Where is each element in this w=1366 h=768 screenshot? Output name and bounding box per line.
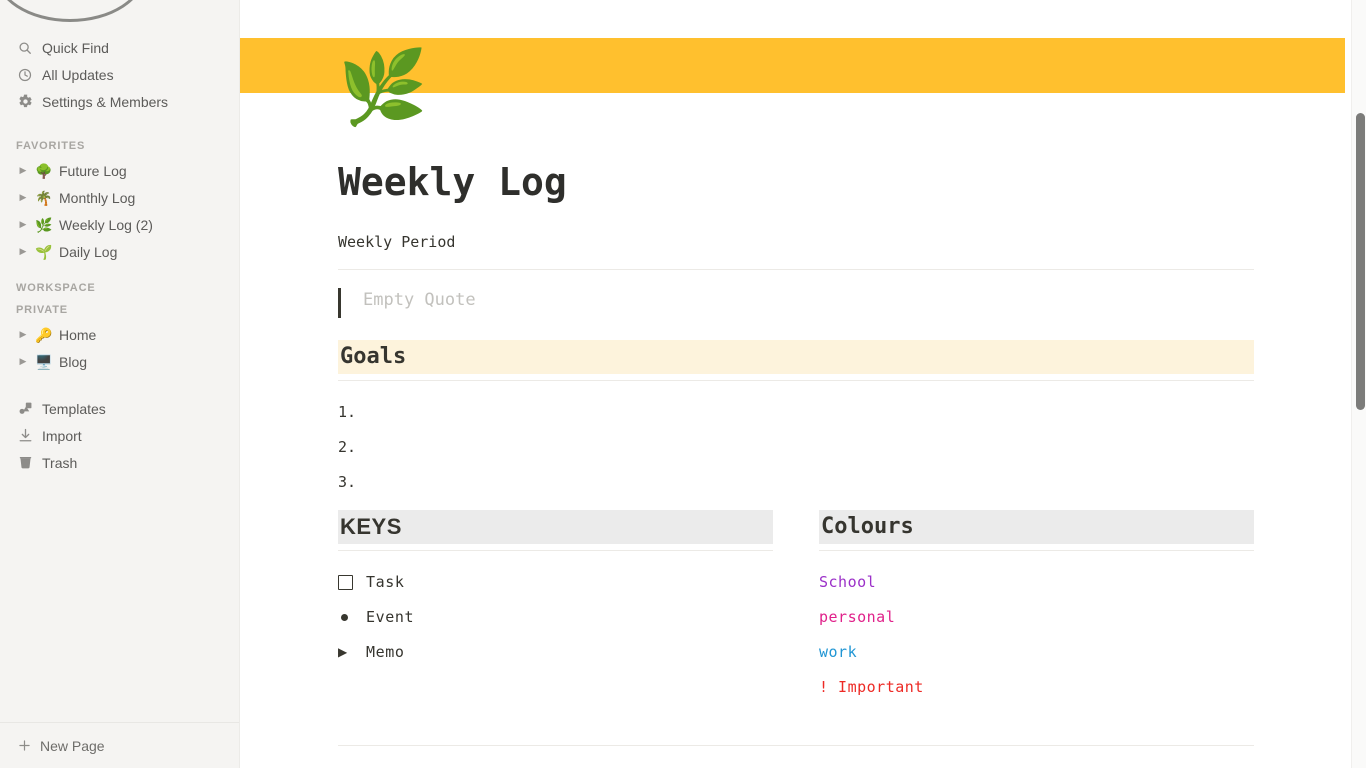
chevron-right-icon[interactable]: ▶	[16, 357, 30, 366]
sidebar-scroll-area: Quick Find All Updates Settings & Member…	[0, 0, 239, 722]
goals-heading[interactable]: Goals	[340, 345, 406, 368]
colours-column: Colours School personal work ! Important	[819, 509, 1254, 705]
keys-heading-band: KEYS	[338, 509, 773, 544]
sidebar-item-settings-members[interactable]: Settings & Members	[0, 88, 239, 115]
templates-icon	[16, 400, 34, 418]
sidebar-item-trash[interactable]: Trash	[0, 449, 239, 476]
checkbox-icon[interactable]	[338, 574, 366, 590]
sidebar-item-import[interactable]: Import	[0, 422, 239, 449]
divider	[338, 745, 1254, 746]
list-item[interactable]: Task	[338, 565, 773, 600]
sidebar-item-label: Blog	[59, 353, 88, 370]
plus-icon	[14, 739, 34, 752]
triangle-toggle-icon[interactable]: ▶	[338, 646, 366, 658]
goals-list: 1. 2. 3.	[338, 395, 1254, 500]
app-window: Quick Find All Updates Settings & Member…	[0, 0, 1366, 768]
divider	[338, 549, 773, 551]
list-item[interactable]: ▶ Memo	[338, 635, 773, 670]
key-label: Task	[366, 573, 405, 592]
sidebar-item-label: Home	[59, 326, 97, 343]
chevron-right-icon[interactable]: ▶	[16, 247, 30, 256]
herb-emoji-icon: 🌿	[35, 216, 53, 233]
sidebar-item-monthly-log[interactable]: ▶ 🌴 Monthly Log	[0, 184, 239, 211]
chevron-right-icon[interactable]: ▶	[16, 193, 30, 202]
column-gap	[773, 510, 819, 705]
scrollbar-thumb[interactable]	[1356, 113, 1365, 410]
bullet-icon	[338, 613, 366, 621]
page-icon-herb-emoji[interactable]: 🌿	[338, 52, 428, 124]
main-content: 🌿 Weekly Log Weekly Period Empty Quote G…	[240, 0, 1366, 768]
divider	[819, 549, 1254, 551]
weekly-period-text[interactable]: Weekly Period	[338, 232, 1254, 253]
sidebar-item-future-log[interactable]: ▶ 🌳 Future Log	[0, 157, 239, 184]
sidebar-section-workspace: WORKSPACE	[16, 282, 96, 294]
quote-block[interactable]: Empty Quote	[338, 287, 1254, 318]
chevron-right-icon[interactable]: ▶	[16, 220, 30, 229]
sidebar-item-label: All Updates	[42, 66, 114, 83]
sidebar-item-label: Import	[42, 427, 82, 444]
desktop-computer-emoji-icon: 🖥️	[35, 353, 53, 370]
sidebar-item-label: Future Log	[59, 162, 127, 179]
sidebar-item-templates[interactable]: Templates	[0, 395, 239, 422]
trash-icon	[16, 454, 34, 472]
list-item[interactable]: personal	[819, 600, 1254, 635]
list-item[interactable]: 3.	[338, 465, 1254, 500]
list-item[interactable]: Event	[338, 600, 773, 635]
sidebar-item-daily-log[interactable]: ▶ 🌱 Daily Log	[0, 238, 239, 265]
colours-heading-band: Colours	[819, 509, 1254, 544]
sidebar-section-private: PRIVATE	[16, 304, 68, 316]
quote-placeholder[interactable]: Empty Quote	[363, 288, 476, 314]
sidebar-item-quick-find[interactable]: Quick Find	[0, 34, 239, 61]
sidebar-item-label: Quick Find	[42, 39, 109, 56]
tree-emoji-icon: 🌳	[35, 162, 53, 179]
import-icon	[16, 427, 34, 445]
sidebar: Quick Find All Updates Settings & Member…	[0, 0, 240, 768]
seedling-emoji-icon: 🌱	[35, 243, 53, 260]
divider	[338, 268, 1254, 270]
scrollbar-track[interactable]	[1351, 0, 1366, 768]
sidebar-item-label: Monthly Log	[59, 189, 136, 206]
list-item[interactable]: ! Important	[819, 670, 1254, 705]
sidebar-item-home[interactable]: ▶ 🔑 Home	[0, 321, 239, 348]
colours-heading[interactable]: Colours	[821, 515, 914, 538]
chevron-right-icon[interactable]: ▶	[16, 166, 30, 175]
list-item[interactable]: School	[819, 565, 1254, 600]
list-item[interactable]: work	[819, 635, 1254, 670]
keys-list: Task Event ▶ Memo	[338, 565, 773, 670]
sidebar-item-label: Weekly Log (2)	[59, 216, 153, 233]
search-icon	[16, 39, 34, 57]
sidebar-item-all-updates[interactable]: All Updates	[0, 61, 239, 88]
list-item[interactable]: 2.	[338, 430, 1254, 465]
gear-icon	[16, 93, 34, 111]
sidebar-item-label: Trash	[42, 454, 78, 471]
sidebar-item-blog[interactable]: ▶ 🖥️ Blog	[0, 348, 239, 375]
page-title[interactable]: Weekly Log	[338, 160, 1254, 206]
new-page-button[interactable]: New Page	[0, 722, 239, 768]
palm-tree-emoji-icon: 🌴	[35, 189, 53, 206]
quote-bar	[338, 287, 341, 318]
sidebar-item-label: Templates	[42, 400, 106, 417]
keys-column: KEYS Task Event ▶ Memo	[338, 509, 773, 705]
goals-heading-band: Goals	[338, 339, 1254, 374]
divider	[338, 379, 1254, 381]
keys-heading[interactable]: KEYS	[340, 515, 402, 538]
key-label: Memo	[366, 643, 405, 662]
list-item[interactable]: 1.	[338, 395, 1254, 430]
new-page-label: New Page	[40, 737, 105, 754]
document-body: Weekly Log Weekly Period Empty Quote Goa…	[338, 160, 1254, 705]
chevron-right-icon[interactable]: ▶	[16, 330, 30, 339]
colours-list: School personal work ! Important	[819, 565, 1254, 705]
key-emoji-icon: 🔑	[35, 326, 53, 343]
sidebar-item-label: Daily Log	[59, 243, 118, 260]
clock-icon	[16, 66, 34, 84]
sidebar-item-label: Settings & Members	[42, 93, 169, 110]
key-label: Event	[366, 608, 415, 627]
sidebar-item-weekly-log[interactable]: ▶ 🌿 Weekly Log (2)	[0, 211, 239, 238]
two-column-section: KEYS Task Event ▶ Memo Colours School pe…	[338, 509, 1254, 705]
sidebar-section-favorites: FAVORITES	[16, 140, 86, 152]
